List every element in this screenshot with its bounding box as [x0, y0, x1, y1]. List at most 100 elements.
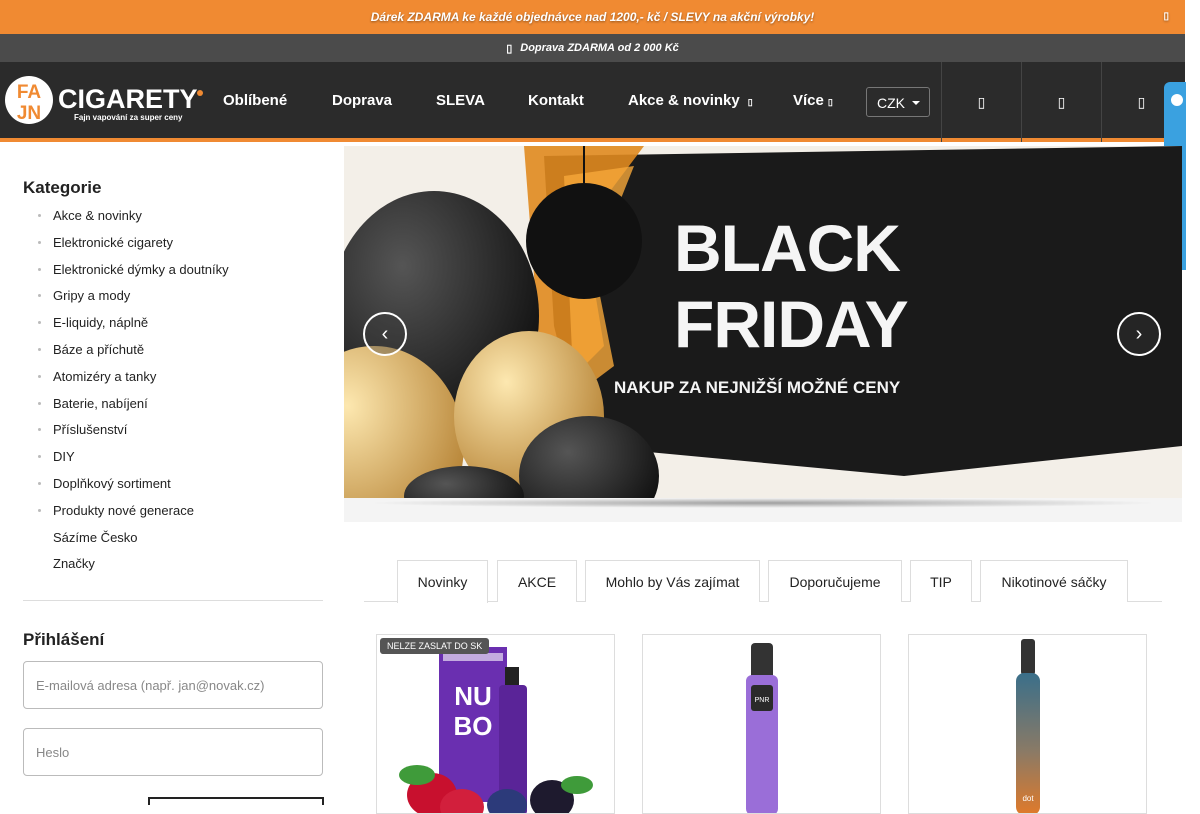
- category-item[interactable]: Baterie, nabíjení: [23, 396, 323, 423]
- product-card[interactable]: PNR: [642, 634, 881, 814]
- product-image: PNR: [746, 643, 778, 813]
- category-label: DIY: [53, 449, 75, 465]
- category-item[interactable]: E-liquidy, náplně: [23, 315, 323, 342]
- tab-mohlo-by-vas-zajimat[interactable]: Mohlo by Vás zajímat: [585, 560, 760, 602]
- logo-name: CIGARETY: [58, 84, 198, 114]
- category-item[interactable]: Akce & novinky: [23, 208, 323, 235]
- nav-vice-label: Více: [793, 92, 824, 109]
- categories-title: Kategorie: [23, 178, 102, 197]
- sidebar-divider: [23, 600, 323, 601]
- category-item[interactable]: Gripy a mody: [23, 288, 323, 315]
- tab-doporucujeme[interactable]: Doporučujeme: [768, 560, 902, 602]
- email-field[interactable]: [23, 661, 323, 709]
- hero-title-line2: FRIDAY: [674, 287, 909, 361]
- category-item[interactable]: Sázíme Česko: [23, 530, 323, 557]
- nav-vice[interactable]: Více ▯: [793, 92, 833, 109]
- category-label: Akce & novinky: [53, 208, 142, 223]
- category-label: Produkty nové generace: [53, 502, 194, 518]
- nav-kontakt[interactable]: Kontakt: [528, 92, 584, 109]
- logo[interactable]: FA JN CIGARETY Fajn vapování za super ce…: [4, 74, 204, 126]
- tab-akce[interactable]: AKCE: [497, 560, 577, 602]
- category-list: Akce & novinky Elektronické cigarety Ele…: [23, 208, 323, 583]
- category-label: Doplňkový sortiment: [53, 475, 171, 491]
- bullet-icon: [38, 508, 41, 512]
- login-title: Přihlášení: [23, 630, 105, 649]
- chevron-down-icon: ▯: [747, 97, 753, 107]
- category-item[interactable]: Báze a příchutě: [23, 342, 323, 369]
- close-icon[interactable]: ▯: [1163, 11, 1169, 22]
- bullet-icon: [38, 481, 41, 485]
- product-card[interactable]: NU BO NELZE ZASLAT DO SK: [376, 634, 615, 814]
- category-label: Gripy a mody: [53, 288, 131, 304]
- nav-sleva[interactable]: SLEVA: [436, 92, 485, 109]
- category-item[interactable]: Atomizéry a tanky: [23, 369, 323, 396]
- logo-text-bottom: JN: [17, 103, 41, 124]
- sidebar: Kategorie Akce & novinky Elektronické ci…: [4, 146, 343, 805]
- chevron-left-icon[interactable]: ‹: [363, 312, 407, 356]
- bullet-icon: [38, 321, 41, 325]
- shipping-banner: ▯ Doprava ZDARMA od 2 000 Kč: [0, 34, 1185, 62]
- bullet-icon: [38, 240, 41, 244]
- tab-novinky[interactable]: Novinky: [397, 560, 488, 603]
- bullet-icon: [38, 267, 41, 271]
- category-item[interactable]: DIY: [23, 449, 323, 476]
- logo-text-top: FA: [17, 82, 42, 103]
- promo-text: Dárek ZDARMA ke každé objednávce nad 120…: [370, 10, 815, 24]
- bullet-icon: [38, 374, 41, 378]
- caret-down-icon: [912, 101, 920, 105]
- category-item[interactable]: Příslušenství: [23, 422, 323, 449]
- product-device-label: PNR: [755, 697, 770, 704]
- product-image: NU BO: [399, 647, 593, 813]
- login-button[interactable]: [148, 797, 324, 805]
- bullet-icon: [38, 347, 41, 351]
- hero-subtitle: NAKUP ZA NEJNIŽŠÍ MOŽNÉ CENY: [614, 378, 901, 397]
- logo-tagline: Fajn vapování za super ceny: [74, 113, 183, 122]
- category-label: Sázíme Česko: [53, 529, 138, 545]
- category-label: Elektronické cigarety: [53, 234, 173, 250]
- product-tabs: Novinky AKCE Mohlo by Vás zajímat Doporu…: [364, 560, 1162, 603]
- truck-icon: ▯: [506, 42, 513, 55]
- product-flag: NELZE ZASLAT DO SK: [380, 638, 490, 654]
- category-item[interactable]: Značky: [23, 556, 323, 583]
- category-label: Báze a příchutě: [53, 341, 145, 357]
- bullet-icon: [38, 294, 41, 298]
- category-label: E-liquidy, náplně: [53, 315, 149, 331]
- main-nav: FA JN CIGARETY Fajn vapování za super ce…: [0, 62, 1185, 142]
- product-brand-text-2: BO: [454, 711, 493, 741]
- search-icon[interactable]: ▯: [941, 62, 1021, 142]
- bullet-icon: [38, 455, 41, 459]
- tab-tip[interactable]: TIP: [910, 560, 972, 602]
- chevron-right-icon[interactable]: ›: [1117, 312, 1161, 356]
- hero-banner[interactable]: BLACK FRIDAY NAKUP ZA NEJNIŽŠÍ MOŽNÉ CEN…: [344, 146, 1182, 498]
- tab-nikotinove-sacky[interactable]: Nikotinové sáčky: [980, 560, 1128, 602]
- bullet-icon: [38, 428, 41, 432]
- category-item[interactable]: Doplňkový sortiment: [23, 476, 323, 503]
- product-image: dot: [1016, 639, 1040, 813]
- user-icon[interactable]: ▯: [1021, 62, 1101, 142]
- chevron-down-icon: ▯: [827, 97, 833, 107]
- nav-doprava[interactable]: Doprava: [332, 92, 392, 109]
- nav-akce-novinky[interactable]: Akce & novinky ▯: [628, 92, 753, 109]
- category-label: Baterie, nabíjení: [53, 395, 148, 411]
- hero-title-line1: BLACK: [674, 211, 901, 285]
- category-item[interactable]: Produkty nové generace: [23, 503, 323, 530]
- seal-icon: [1169, 92, 1185, 108]
- password-field[interactable]: [23, 728, 323, 776]
- category-label: Elektronické dýmky a doutníky: [53, 261, 229, 277]
- bullet-icon: [38, 214, 41, 217]
- currency-value: CZK: [877, 95, 905, 111]
- nav-oblibene[interactable]: Oblíbené: [223, 92, 287, 109]
- shipping-text: Doprava ZDARMA od 2 000 Kč: [520, 42, 679, 54]
- promo-banner: Dárek ZDARMA ke každé objednávce nad 120…: [0, 0, 1185, 34]
- hero-shadow: [344, 498, 1182, 522]
- category-label: Atomizéry a tanky: [53, 368, 157, 384]
- category-label: Příslušenství: [53, 422, 128, 438]
- product-brand-text-1: NU: [454, 681, 492, 711]
- bullet-icon: [38, 401, 41, 405]
- category-item[interactable]: Elektronické dýmky a doutníky: [23, 262, 323, 289]
- nav-akce-novinky-label: Akce & novinky: [628, 92, 740, 109]
- category-item[interactable]: Elektronické cigarety: [23, 235, 323, 262]
- currency-select[interactable]: CZK: [866, 87, 930, 117]
- product-device-label: dot: [1022, 794, 1034, 803]
- product-card[interactable]: dot: [908, 634, 1147, 814]
